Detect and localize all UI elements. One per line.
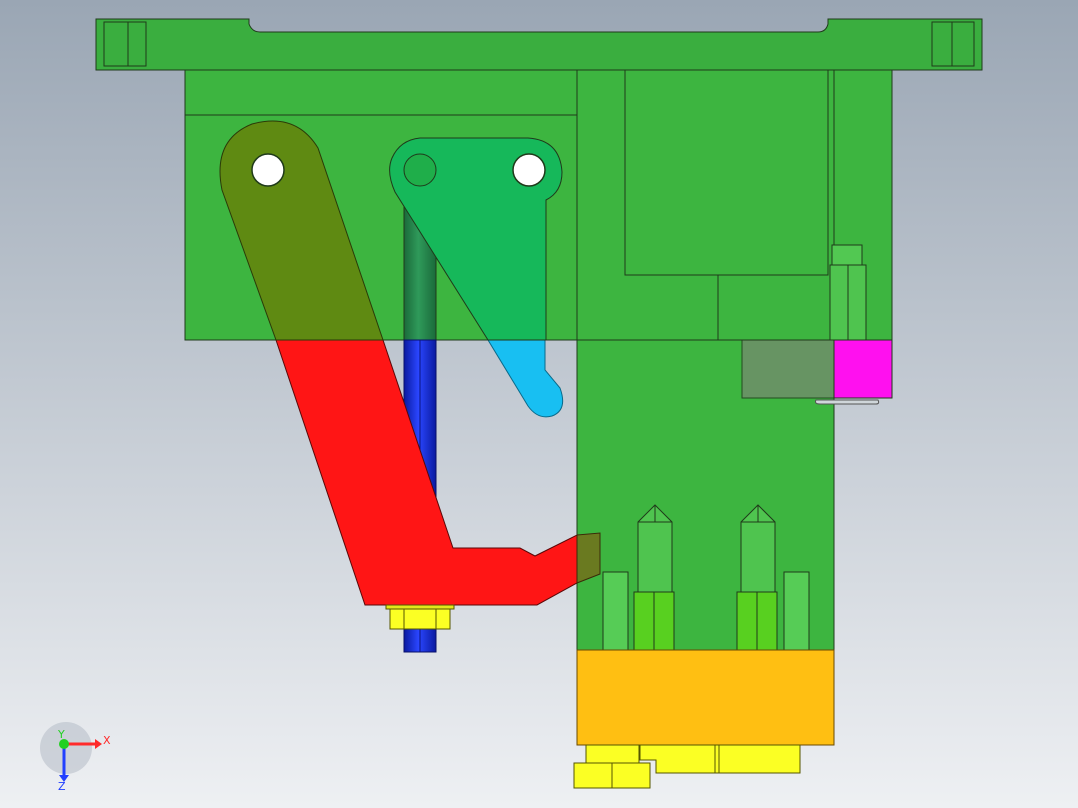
bottom-plate-yellow <box>639 744 801 774</box>
lever-pivot-hole <box>251 153 285 187</box>
model-canvas[interactable]: X Y Z <box>0 0 1078 808</box>
pivot-plate-small-pin <box>403 153 437 187</box>
dowel-left <box>602 571 629 651</box>
x-axis-label: X <box>103 734 111 747</box>
gray-pad[interactable] <box>741 339 835 399</box>
orange-block[interactable] <box>576 649 835 746</box>
red-lever-tip <box>576 532 601 584</box>
lever-nut <box>385 604 455 630</box>
guide-pin-right <box>736 504 778 651</box>
z-axis-label: Z <box>58 780 66 793</box>
magenta-block-foot <box>815 399 880 405</box>
y-axis-label: Y <box>57 728 65 741</box>
dowel-right <box>783 571 810 651</box>
right-screw <box>829 244 867 341</box>
guide-pin-left <box>633 504 675 651</box>
pivot-plate-hole <box>512 153 546 187</box>
cad-viewport[interactable]: X Y Z <box>0 0 1078 808</box>
magenta-block[interactable] <box>833 339 893 399</box>
